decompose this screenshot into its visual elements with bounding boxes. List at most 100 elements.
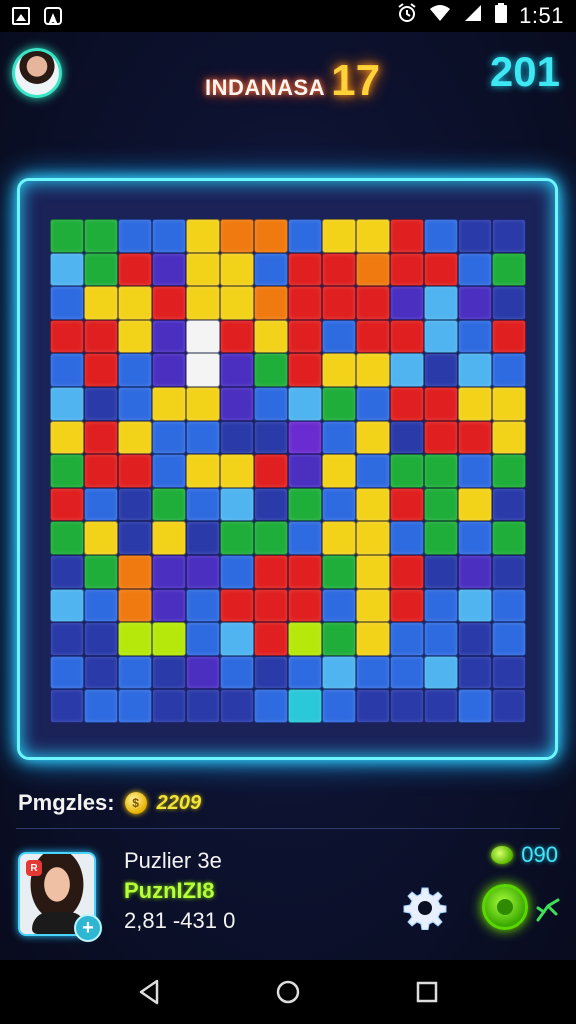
puzzle-piece[interactable]: [254, 252, 288, 287]
puzzle-piece[interactable]: [152, 386, 186, 421]
puzzle-piece[interactable]: [152, 252, 186, 287]
puzzle-piece[interactable]: [492, 420, 526, 455]
puzzle-grid[interactable]: [50, 219, 526, 723]
puzzle-piece[interactable]: [492, 554, 526, 589]
puzzle-piece[interactable]: [288, 689, 322, 723]
puzzle-piece[interactable]: [254, 319, 288, 354]
puzzle-piece[interactable]: [356, 622, 390, 656]
puzzle-piece[interactable]: [220, 386, 254, 421]
puzzle-piece[interactable]: [84, 521, 118, 555]
puzzle-piece[interactable]: [288, 454, 322, 488]
puzzle-piece[interactable]: [390, 588, 424, 623]
puzzle-piece[interactable]: [322, 622, 356, 656]
puzzle-piece[interactable]: [390, 554, 424, 589]
puzzle-piece[interactable]: [220, 286, 254, 320]
puzzle-piece[interactable]: [356, 353, 390, 387]
puzzle-piece[interactable]: [424, 588, 458, 623]
puzzle-piece[interactable]: [84, 353, 118, 387]
puzzle-piece[interactable]: [118, 588, 152, 623]
puzzle-piece[interactable]: [254, 655, 288, 690]
puzzle-piece[interactable]: [220, 622, 254, 656]
puzzle-piece[interactable]: [254, 521, 288, 555]
puzzle-piece[interactable]: [390, 286, 424, 320]
add-friend-button[interactable]: +: [74, 914, 102, 942]
puzzle-piece[interactable]: [458, 420, 492, 455]
puzzle-piece[interactable]: [322, 386, 356, 421]
settings-button[interactable]: [401, 884, 449, 932]
puzzle-piece[interactable]: [424, 521, 458, 555]
puzzle-piece[interactable]: [424, 286, 458, 320]
puzzle-piece[interactable]: [118, 689, 152, 723]
puzzle-piece[interactable]: [50, 554, 84, 589]
puzzle-piece[interactable]: [492, 689, 526, 723]
puzzle-piece[interactable]: [186, 252, 220, 287]
puzzle-piece[interactable]: [50, 588, 84, 623]
puzzle-piece[interactable]: [118, 420, 152, 455]
puzzle-piece[interactable]: [356, 487, 390, 522]
puzzle-piece[interactable]: [220, 689, 254, 723]
puzzle-piece[interactable]: [50, 521, 84, 555]
puzzle-piece[interactable]: [152, 655, 186, 690]
puzzle-piece[interactable]: [356, 521, 390, 555]
puzzle-piece[interactable]: [186, 622, 220, 656]
puzzle-piece[interactable]: [186, 454, 220, 488]
puzzle-piece[interactable]: [322, 353, 356, 387]
puzzle-piece[interactable]: [322, 689, 356, 723]
puzzle-piece[interactable]: [254, 689, 288, 723]
puzzle-piece[interactable]: [322, 252, 356, 287]
puzzle-piece[interactable]: [186, 386, 220, 421]
puzzle-piece[interactable]: [288, 521, 322, 555]
puzzle-piece[interactable]: [390, 319, 424, 354]
puzzle-piece[interactable]: [458, 219, 492, 253]
puzzle-piece[interactable]: [322, 588, 356, 623]
puzzle-piece[interactable]: [424, 353, 458, 387]
puzzle-piece[interactable]: [254, 353, 288, 387]
puzzle-piece[interactable]: [84, 286, 118, 320]
puzzle-piece[interactable]: [424, 487, 458, 522]
puzzle-piece[interactable]: [254, 219, 288, 253]
player-avatar[interactable]: R +: [18, 852, 102, 942]
puzzle-piece[interactable]: [220, 353, 254, 387]
puzzle-piece[interactable]: [186, 588, 220, 623]
puzzle-piece[interactable]: [424, 386, 458, 421]
puzzle-piece[interactable]: [220, 487, 254, 522]
puzzle-piece[interactable]: [84, 487, 118, 522]
puzzle-piece[interactable]: [254, 386, 288, 421]
puzzle-piece[interactable]: [50, 219, 84, 253]
puzzle-piece[interactable]: [152, 622, 186, 656]
puzzle-piece[interactable]: [50, 252, 84, 287]
puzzle-piece[interactable]: [356, 655, 390, 690]
puzzle-piece[interactable]: [186, 353, 220, 387]
puzzle-piece[interactable]: [220, 319, 254, 354]
puzzle-piece[interactable]: [50, 420, 84, 455]
puzzle-piece[interactable]: [356, 554, 390, 589]
puzzle-piece[interactable]: [254, 286, 288, 320]
puzzle-piece[interactable]: [254, 554, 288, 589]
puzzle-piece[interactable]: [458, 319, 492, 354]
puzzle-piece[interactable]: [390, 689, 424, 723]
puzzle-piece[interactable]: [322, 319, 356, 354]
puzzle-piece[interactable]: [186, 286, 220, 320]
puzzle-piece[interactable]: [288, 286, 322, 320]
puzzle-piece[interactable]: [390, 487, 424, 522]
puzzle-piece[interactable]: [458, 386, 492, 421]
puzzle-piece[interactable]: [492, 622, 526, 656]
puzzle-piece[interactable]: [118, 286, 152, 320]
puzzle-piece[interactable]: [84, 420, 118, 455]
puzzle-piece[interactable]: [288, 655, 322, 690]
puzzle-piece[interactable]: [424, 655, 458, 690]
puzzle-piece[interactable]: [458, 353, 492, 387]
puzzle-piece[interactable]: [84, 588, 118, 623]
puzzle-piece[interactable]: [288, 487, 322, 522]
puzzle-piece[interactable]: [84, 454, 118, 488]
puzzle-piece[interactable]: [492, 386, 526, 421]
puzzle-piece[interactable]: [322, 554, 356, 589]
puzzle-piece[interactable]: [118, 655, 152, 690]
puzzle-piece[interactable]: [390, 252, 424, 287]
puzzle-piece[interactable]: [356, 588, 390, 623]
puzzle-piece[interactable]: [390, 420, 424, 455]
puzzle-piece[interactable]: [322, 420, 356, 455]
puzzle-piece[interactable]: [288, 219, 322, 253]
puzzle-piece[interactable]: [322, 521, 356, 555]
puzzle-piece[interactable]: [390, 454, 424, 488]
